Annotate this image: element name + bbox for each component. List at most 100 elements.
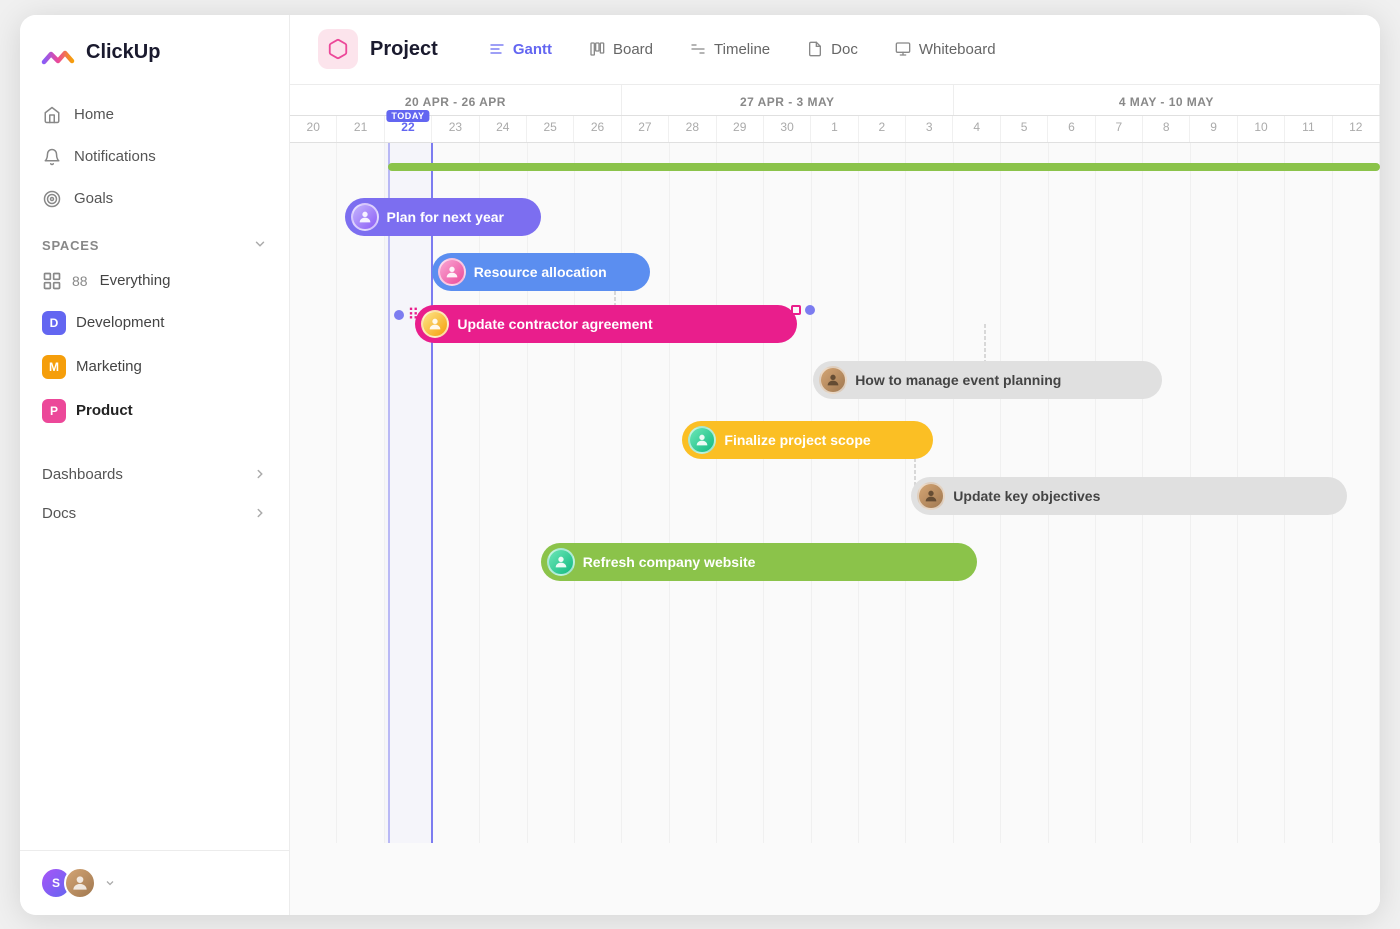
task-resource-allocation[interactable]: Resource allocation <box>432 253 650 291</box>
task-resource-label: Resource allocation <box>474 264 607 280</box>
tab-board-label: Board <box>613 41 653 58</box>
col-1 <box>812 143 859 843</box>
bell-icon <box>42 147 62 167</box>
day-25: 25 <box>527 116 574 142</box>
user-menu-chevron[interactable] <box>104 877 116 889</box>
sidebar-item-development[interactable]: D Development <box>30 302 279 344</box>
project-box-icon <box>327 38 349 60</box>
col-25 <box>528 143 575 843</box>
task-project-scope[interactable]: Finalize project scope <box>682 421 933 459</box>
sidebar-item-notifications[interactable]: Notifications <box>30 137 279 177</box>
task-avatar-objectives <box>917 482 945 510</box>
sidebar-item-product[interactable]: P Product <box>30 390 279 432</box>
day-30: 30 <box>764 116 811 142</box>
project-title: Project <box>370 38 438 61</box>
dashboards-label: Dashboards <box>42 466 123 483</box>
docs-expand-icon <box>253 506 267 520</box>
task-right-dots <box>791 305 801 315</box>
day-12: 12 <box>1333 116 1380 142</box>
task-objectives-label: Update key objectives <box>953 488 1100 504</box>
col-24 <box>480 143 527 843</box>
sidebar-item-marketing[interactable]: M Marketing <box>30 346 279 388</box>
day-23: 23 <box>432 116 479 142</box>
sidebar-item-marketing-label: Marketing <box>76 358 142 375</box>
task-event-planning[interactable]: How to manage event planning <box>813 361 1162 399</box>
today-vertical-line <box>388 143 390 843</box>
day-6: 6 <box>1048 116 1095 142</box>
sidebar-item-home[interactable]: Home <box>30 95 279 135</box>
logo-area: ClickUp <box>20 35 289 95</box>
day-2: 2 <box>859 116 906 142</box>
week-label-1: 27 APR - 3 MAY <box>622 85 954 115</box>
product-badge: P <box>42 399 66 423</box>
timeline-progress-bar <box>388 163 1380 171</box>
week-label-0: 20 APR - 26 APR <box>290 85 622 115</box>
board-tab-icon <box>588 40 606 58</box>
task-key-objectives[interactable]: Update key objectives <box>911 477 1347 515</box>
tab-gantt[interactable]: Gantt <box>470 32 570 66</box>
gantt-body[interactable]: Plan for next year Resource allocation ⠿ <box>290 143 1380 915</box>
sidebar-item-everything[interactable]: 88 Everything <box>30 262 279 300</box>
task-right-handle-area <box>791 305 815 315</box>
tab-timeline[interactable]: Timeline <box>671 32 788 66</box>
logo-text: ClickUp <box>86 41 160 64</box>
docs-label: Docs <box>42 505 76 522</box>
task-avatar-event <box>819 366 847 394</box>
task-left-handle <box>394 310 404 320</box>
today-label: TODAY <box>386 110 429 122</box>
doc-tab-icon <box>806 40 824 58</box>
tab-doc[interactable]: Doc <box>788 32 876 66</box>
gantt-grid: Plan for next year Resource allocation ⠿ <box>290 143 1380 843</box>
week-label-2: 4 MAY - 10 MAY <box>954 85 1380 115</box>
target-icon <box>42 189 62 209</box>
col-23 <box>433 143 480 843</box>
everything-grid-icon <box>42 271 62 291</box>
sidebar-item-docs[interactable]: Docs <box>30 495 279 532</box>
task-plan-next-year[interactable]: Plan for next year <box>345 198 541 236</box>
spaces-collapse-icon[interactable] <box>253 237 267 254</box>
task-contractor-agreement[interactable]: Update contractor agreement <box>415 305 797 343</box>
task-website-label: Refresh company website <box>583 554 756 570</box>
col-21 <box>337 143 384 843</box>
tab-board[interactable]: Board <box>570 32 671 66</box>
tab-timeline-label: Timeline <box>714 41 770 58</box>
day-11: 11 <box>1285 116 1332 142</box>
sidebar-item-goals-label: Goals <box>74 190 113 207</box>
task-company-website[interactable]: Refresh company website <box>541 543 977 581</box>
day-9: 9 <box>1190 116 1237 142</box>
task-connector-dot <box>805 305 815 315</box>
day-29: 29 <box>717 116 764 142</box>
spaces-list: 88 Everything D Development M Marketing … <box>20 262 289 432</box>
timeline-tab-icon <box>689 40 707 58</box>
col-26 <box>575 143 622 843</box>
day-3: 3 <box>906 116 953 142</box>
day-1: 1 <box>811 116 858 142</box>
day-24: 24 <box>480 116 527 142</box>
day-20: 20 <box>290 116 337 142</box>
day-26: 26 <box>574 116 621 142</box>
col-22-today <box>385 143 433 843</box>
sidebar-item-goals[interactable]: Goals <box>30 179 279 219</box>
day-5: 5 <box>1001 116 1048 142</box>
user-avatars[interactable]: S <box>40 867 96 899</box>
task-contractor-label: Update contractor agreement <box>457 316 652 332</box>
day-27: 27 <box>622 116 669 142</box>
sidebar-item-everything-label: Everything <box>100 272 171 289</box>
sidebar-item-notifications-label: Notifications <box>74 148 156 165</box>
header-tabs: Gantt Board Timeline <box>470 32 1014 66</box>
app-container: ClickUp Home Notifications Goals <box>20 15 1380 915</box>
tab-whiteboard[interactable]: Whiteboard <box>876 32 1014 66</box>
gantt-week-headers: 20 APR - 26 APR 27 APR - 3 MAY 4 MAY - 1… <box>290 85 1380 116</box>
day-4: 4 <box>953 116 1000 142</box>
sidebar-item-dashboards[interactable]: Dashboards <box>30 456 279 493</box>
clickup-logo-icon <box>40 35 76 71</box>
sidebar-item-home-label: Home <box>74 106 114 123</box>
dashboards-expand-icon <box>253 467 267 481</box>
tab-whiteboard-label: Whiteboard <box>919 41 996 58</box>
gantt-tab-icon <box>488 40 506 58</box>
day-8: 8 <box>1143 116 1190 142</box>
project-title-area: Project <box>318 29 438 69</box>
marketing-badge: M <box>42 355 66 379</box>
sidebar-nav: Home Notifications Goals <box>20 95 289 219</box>
task-avatar-website <box>547 548 575 576</box>
